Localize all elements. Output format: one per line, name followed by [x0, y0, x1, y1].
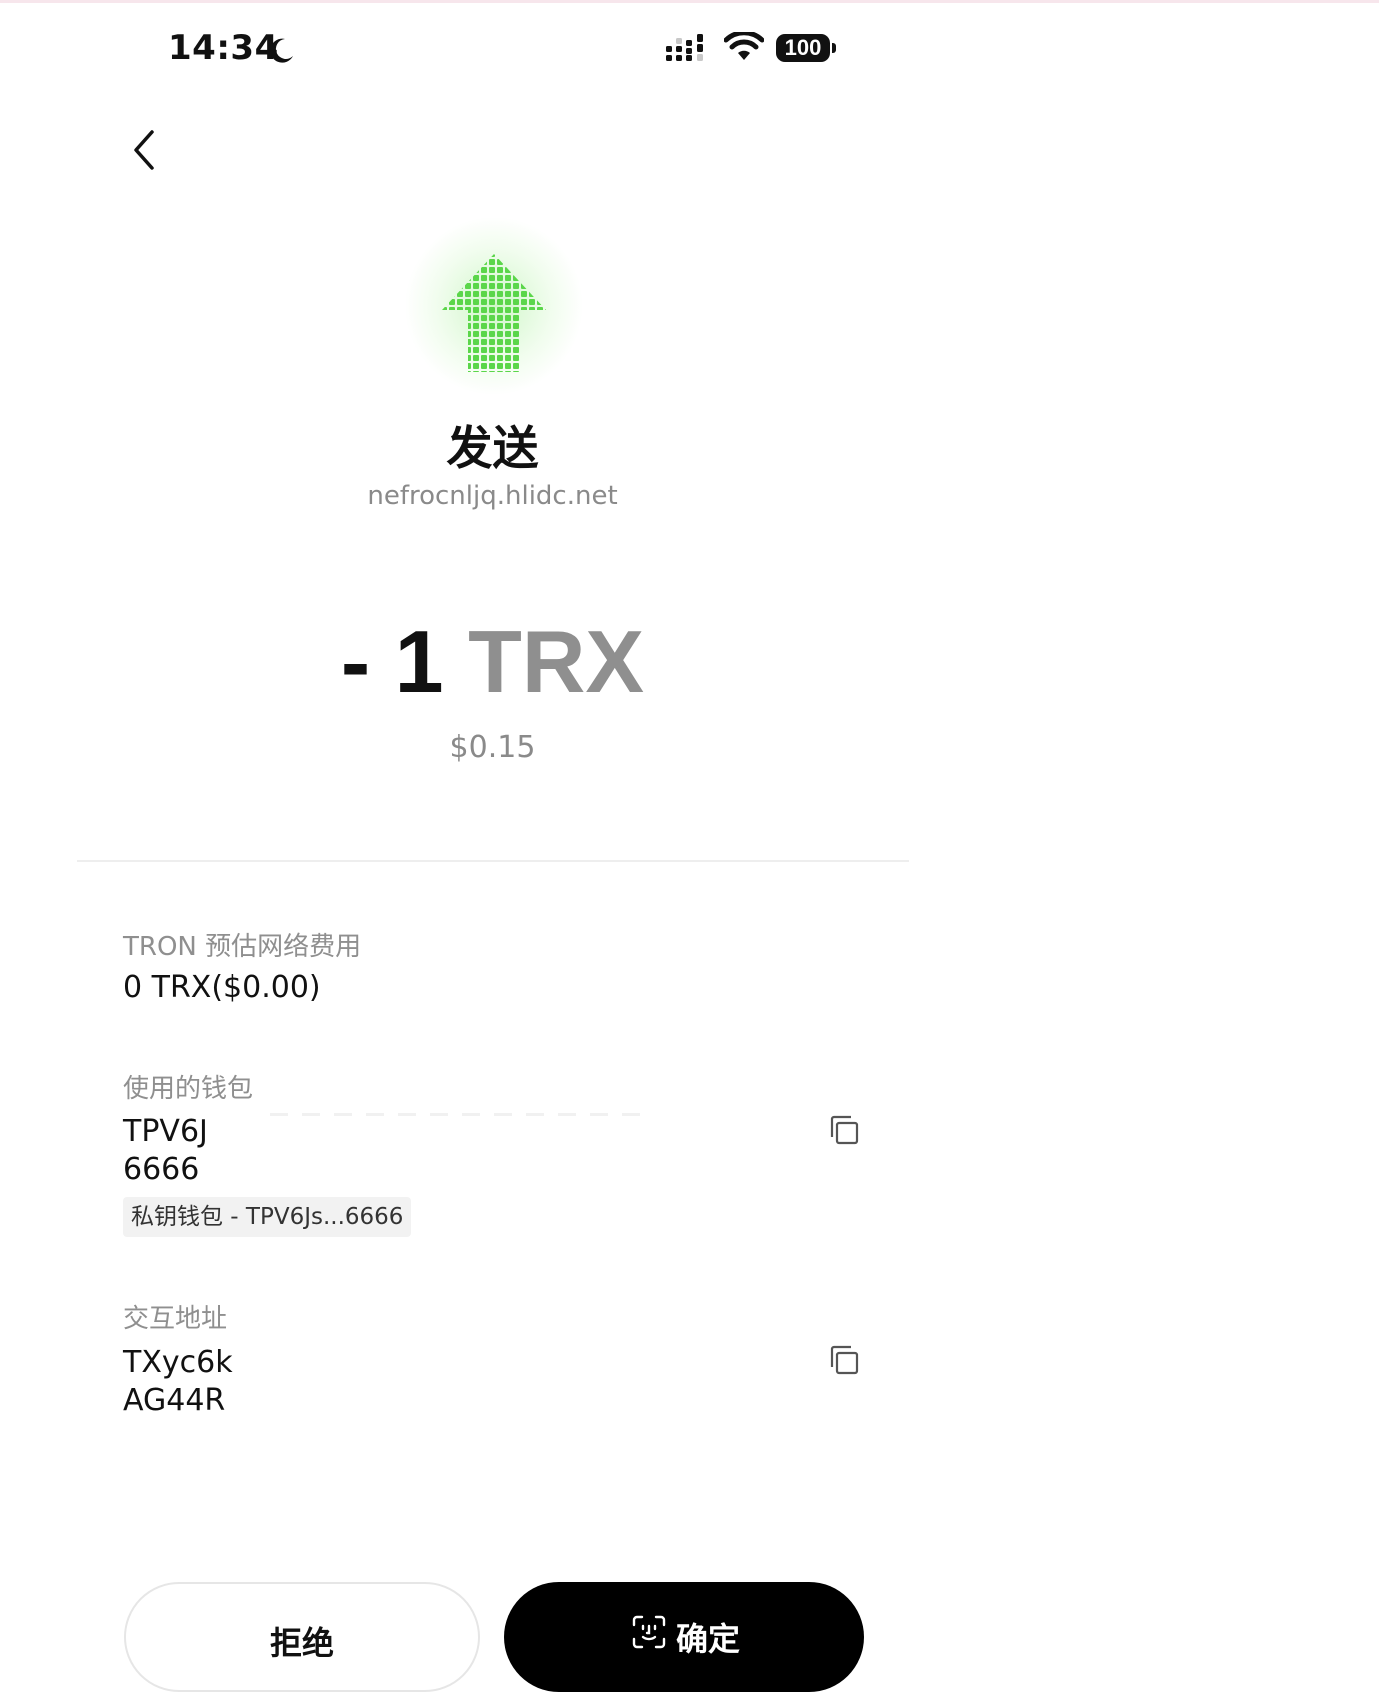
- dapp-domain: nefrocnljq.hlidc.net: [367, 481, 618, 511]
- wallet-label: 使用的钱包: [123, 1074, 254, 1104]
- interaction-label: 交互地址: [123, 1304, 228, 1334]
- signal-icon: [666, 34, 703, 61]
- amount-unit: TRX: [468, 612, 645, 711]
- wifi-icon: [724, 32, 764, 60]
- arrow-up-icon: [404, 216, 584, 396]
- confirm-button[interactable]: 确定: [504, 1582, 864, 1692]
- confirm-label: 确定: [676, 1620, 741, 1658]
- battery-level: 100: [784, 35, 822, 60]
- reject-button[interactable]: 拒绝: [124, 1582, 480, 1692]
- fee-label: TRON 预估网络费用: [123, 932, 362, 962]
- moon-icon: [270, 38, 293, 63]
- redacted-address-trace: [270, 1113, 650, 1116]
- status-time: 14:34: [168, 28, 279, 68]
- divider: [77, 860, 909, 862]
- amount-fiat: $0.15: [449, 730, 536, 765]
- faceid-icon: [632, 1615, 666, 1649]
- amount-display: - 1 TRX: [0, 612, 985, 712]
- copy-icon[interactable]: [828, 1114, 860, 1146]
- wallet-address-line1: TPV6J: [123, 1114, 208, 1149]
- copy-icon[interactable]: [828, 1344, 860, 1376]
- interaction-address-line1: TXyc6k: [123, 1345, 233, 1380]
- wallet-address-line2: 6666: [123, 1152, 200, 1187]
- battery-icon: 100: [776, 34, 838, 64]
- battery-tip: [832, 43, 836, 53]
- reject-label: 拒绝: [269, 1624, 334, 1662]
- amount-value: - 1: [340, 612, 469, 711]
- page-title: 发送: [446, 421, 539, 475]
- interaction-address-line2: AG44R: [123, 1383, 226, 1418]
- phone-screen: 14:34 100 发送 nefrocnljq.hlidc.net - 1 TR…: [0, 0, 985, 1692]
- fee-value: 0 TRX($0.00): [123, 970, 321, 1005]
- wallet-tag: 私钥钱包 - TPV6Js...6666: [123, 1197, 412, 1237]
- back-button[interactable]: [126, 124, 166, 176]
- pixel-arrow: [442, 254, 546, 372]
